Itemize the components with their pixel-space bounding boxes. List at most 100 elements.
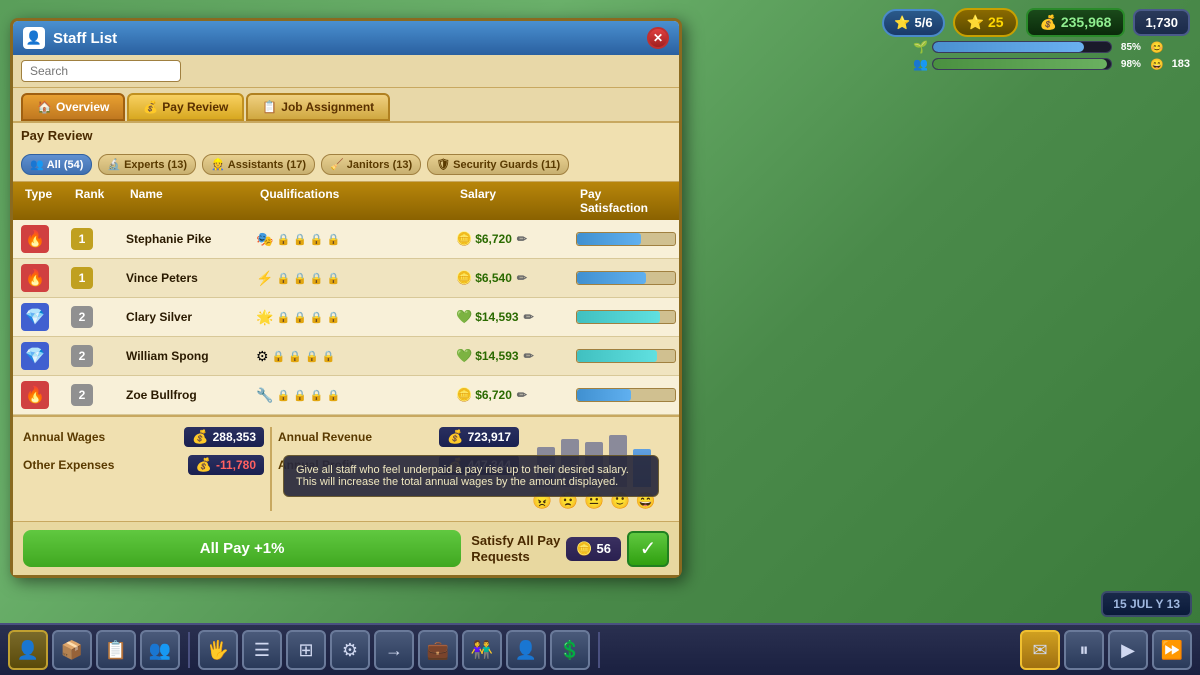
tooltip-text: Give all staff who feel underpaid a pay …	[296, 464, 629, 488]
tab-jobassignment[interactable]: 📋 Job Assignment	[246, 93, 390, 121]
lock-4: 🔒	[327, 389, 341, 402]
hud-progress-bars: 🌱 85% 😊 👥 98% 😄 183	[913, 40, 1190, 71]
people-button[interactable]: 👥	[140, 630, 180, 670]
star2-button[interactable]: ⚙	[330, 630, 370, 670]
bar1-smiley: 😊	[1150, 41, 1164, 54]
lock-1: 🔒	[276, 272, 290, 285]
stats-left: Annual Wages 💰 288,353 Other Expenses 💰 …	[23, 427, 264, 511]
row-type-icon: 🔥	[21, 264, 49, 292]
annual-revenue-row: Annual Revenue 💰 723,917	[278, 427, 519, 447]
filter-security[interactable]: 🛡 Security Guards (11)	[427, 154, 569, 175]
arrow-button[interactable]: →	[374, 630, 414, 670]
sat-bar-track	[576, 310, 676, 324]
staff-name: Zoe Bullfrog	[126, 388, 256, 402]
satisfy-confirm-button[interactable]: ✓	[627, 531, 669, 567]
lock-1: 🔒	[276, 233, 290, 246]
filter-assistants[interactable]: 👷 Assistants (17)	[202, 154, 315, 175]
revenue-num: 723,917	[468, 430, 511, 444]
clipboard-button[interactable]: 📋	[96, 630, 136, 670]
lock-3: 🔒	[310, 233, 324, 246]
staff-button[interactable]: 👤	[8, 630, 48, 670]
salary-value: $6,720	[475, 388, 512, 402]
tab-overview-icon: 🏠	[37, 100, 52, 114]
bar2-track	[932, 58, 1112, 70]
tab-payreview[interactable]: 💰 Pay Review	[127, 93, 244, 121]
lock-3: 🔒	[310, 389, 324, 402]
window-icon: 👤	[23, 27, 45, 49]
sat-bar-fill	[577, 350, 657, 362]
table-row[interactable]: 🔥 1 Stephanie Pike 🎭 🔒 🔒 🔒 🔒 🪙 $6,720 ✏	[13, 220, 679, 259]
lock-1: 🔒	[276, 311, 290, 324]
salary-value: $6,720	[475, 232, 512, 246]
bar1-label: 85%	[1116, 42, 1146, 53]
edit-icon[interactable]: ✏	[517, 388, 527, 402]
people2-button[interactable]: 👫	[462, 630, 502, 670]
pay-satisfaction	[576, 232, 676, 246]
filter-experts[interactable]: 🔬 Experts (13)	[98, 154, 196, 175]
sat-bar-track	[576, 232, 676, 246]
col-qualifications: Qualifications	[256, 187, 456, 215]
filter-janitors-icon: 🧹	[330, 158, 344, 171]
filter-security-icon: 🛡	[436, 158, 450, 171]
window-title: Staff List	[53, 30, 117, 47]
box-button[interactable]: 📦	[52, 630, 92, 670]
lock-2: 🔒	[293, 233, 307, 246]
table-row[interactable]: 💎 2 William Spong ⚙ 🔒 🔒 🔒 🔒 💚 $14,593 ✏	[13, 337, 679, 376]
bar1-track	[932, 41, 1112, 53]
close-button[interactable]: ✕	[647, 27, 669, 49]
annual-revenue-value: 💰 723,917	[439, 427, 519, 447]
bottom-actions: All Pay +1% Satisfy All PayRequests 🪙 56…	[13, 521, 679, 575]
coin-icon: 🪙	[456, 270, 472, 286]
row-type-icon: 🔥	[21, 381, 49, 409]
grid-button[interactable]: ⊞	[286, 630, 326, 670]
table-row[interactable]: 🔥 2 Zoe Bullfrog 🔧 🔒 🔒 🔒 🔒 🪙 $6,720 ✏	[13, 376, 679, 415]
salary-cell: 💚 $14,593 ✏	[456, 348, 576, 364]
qual-icon-1: 🌟	[256, 309, 273, 326]
bar-divider-2	[598, 632, 600, 668]
staff-table-body: 🔥 1 Stephanie Pike 🎭 🔒 🔒 🔒 🔒 🪙 $6,720 ✏	[13, 220, 679, 415]
missions-icon: ⭐	[894, 15, 910, 31]
edit-icon[interactable]: ✏	[517, 232, 527, 246]
row-type-icon: 🔥	[21, 225, 49, 253]
bag-button[interactable]: 💼	[418, 630, 458, 670]
table-header: Type Rank Name Qualifications Salary Pay…	[13, 182, 679, 220]
edit-icon[interactable]: ✏	[517, 271, 527, 285]
salary-value: $6,540	[475, 271, 512, 285]
qual-icon-1: ⚡	[256, 270, 273, 287]
lock-4: 🔒	[327, 311, 341, 324]
message-button[interactable]: ✉	[1020, 630, 1060, 670]
qualifications: 🎭 🔒 🔒 🔒 🔒	[256, 231, 456, 248]
filter-assistants-icon: 👷	[211, 158, 225, 171]
fast-forward-button[interactable]: ⏩	[1152, 630, 1192, 670]
hand-button[interactable]: 🖐	[198, 630, 238, 670]
col-type: Type	[21, 187, 71, 215]
col-rank: Rank	[71, 187, 126, 215]
search-input[interactable]	[21, 60, 181, 82]
pay-satisfaction	[576, 271, 676, 285]
coin-icon: 🪙	[456, 231, 472, 247]
pause-button[interactable]: ⏸	[1064, 630, 1104, 670]
filter-all[interactable]: 👥 All (54)	[21, 154, 92, 175]
list-button[interactable]: ☰	[242, 630, 282, 670]
pay-satisfaction	[576, 310, 676, 324]
salary-cell: 💚 $14,593 ✏	[456, 309, 576, 325]
filter-janitors[interactable]: 🧹 Janitors (13)	[321, 154, 421, 175]
filter-assistants-label: Assistants (17)	[228, 159, 306, 171]
table-row[interactable]: 💎 2 Clary Silver 🌟 🔒 🔒 🔒 🔒 💚 $14,593 ✏	[13, 298, 679, 337]
staff-list-window: 👤 Staff List ✕ 🏠 Overview 💰 Pay Review 📋…	[10, 18, 682, 578]
table-row[interactable]: 🔥 1 Vince Peters ⚡ 🔒 🔒 🔒 🔒 🪙 $6,540 ✏	[13, 259, 679, 298]
play-button[interactable]: ▶	[1108, 630, 1148, 670]
sat-bar-fill	[577, 389, 631, 401]
edit-icon[interactable]: ✏	[524, 349, 534, 363]
filter-experts-label: Experts (13)	[124, 159, 187, 171]
qualifications: ⚙ 🔒 🔒 🔒 🔒	[256, 348, 456, 365]
tab-overview[interactable]: 🏠 Overview	[21, 93, 125, 121]
rank-badge: 2	[71, 345, 93, 367]
people3-button[interactable]: 👤	[506, 630, 546, 670]
expenses-icon: 💰	[196, 457, 212, 473]
edit-icon[interactable]: ✏	[524, 310, 534, 324]
tooltip-box: Give all staff who feel underpaid a pay …	[283, 455, 659, 497]
all-pay-button[interactable]: All Pay +1%	[23, 530, 461, 567]
dollar-button[interactable]: 💲	[550, 630, 590, 670]
lock-4: 🔒	[327, 272, 341, 285]
